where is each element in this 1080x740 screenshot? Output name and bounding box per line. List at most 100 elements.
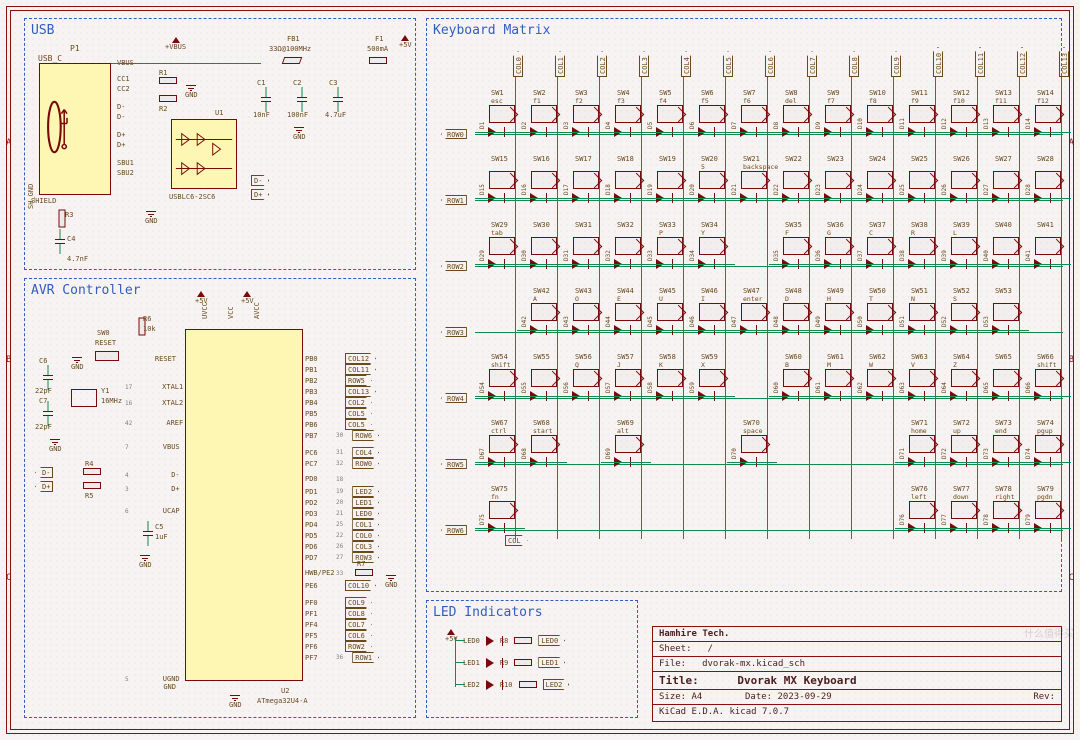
c1 bbox=[261, 93, 271, 107]
sw-keyname: ctrl bbox=[491, 427, 507, 435]
mcu-pin-right: PD425COL1 bbox=[305, 519, 379, 530]
switch-icon bbox=[1035, 105, 1061, 123]
sw-refdes: SW35 bbox=[785, 221, 802, 229]
sw-refdes: SW13 bbox=[995, 89, 1012, 97]
sw-keyname: W bbox=[869, 361, 873, 369]
matrix-row-label: ROW3 bbox=[441, 327, 467, 337]
sw-refdes: SW18 bbox=[617, 155, 634, 163]
switch-icon bbox=[909, 369, 935, 387]
switch-icon bbox=[573, 105, 599, 123]
diode-refdes: D29 bbox=[479, 250, 486, 261]
key-switch-cell: SW27D27 bbox=[989, 155, 1029, 211]
diode-refdes: D44 bbox=[605, 316, 612, 327]
key-switch-cell: SW25D25 bbox=[905, 155, 945, 211]
sw-refdes: SW59 bbox=[701, 353, 718, 361]
diode-refdes: D30 bbox=[521, 250, 528, 261]
key-switch-cell: SW31D31 bbox=[569, 221, 609, 277]
switch-icon bbox=[699, 171, 725, 189]
sw-keyname: esc bbox=[491, 97, 503, 105]
key-switch-cell: SW3f2D3 bbox=[569, 89, 609, 145]
switch-icon bbox=[615, 369, 641, 387]
sw-refdes: SW51 bbox=[911, 287, 928, 295]
sw-keyname: down bbox=[953, 493, 969, 501]
diode-refdes: D2 bbox=[521, 122, 528, 129]
diode-refdes: D66 bbox=[1025, 382, 1032, 393]
sw-refdes: SW41 bbox=[1037, 221, 1054, 229]
diode-refdes: D60 bbox=[773, 382, 780, 393]
key-switch-cell: SW8delD8 bbox=[779, 89, 819, 145]
sw-keyname: f1 bbox=[533, 97, 541, 105]
r2 bbox=[159, 95, 177, 102]
sw-refdes: SW22 bbox=[785, 155, 802, 163]
diode-refdes: D58 bbox=[647, 382, 654, 393]
sw-keyname: D bbox=[785, 295, 789, 303]
key-switch-cell: SW18D18 bbox=[611, 155, 651, 211]
diode-refdes: D59 bbox=[689, 382, 696, 393]
switch-icon bbox=[741, 303, 767, 321]
sw-keyname: f10 bbox=[953, 97, 965, 105]
sw-refdes: SW10 bbox=[869, 89, 886, 97]
sw-refdes: SW77 bbox=[953, 485, 970, 493]
sw-refdes: SW53 bbox=[995, 287, 1012, 295]
frame-ref-A: A bbox=[6, 138, 11, 148]
diode-refdes: D39 bbox=[941, 250, 948, 261]
sw-keyname: enter bbox=[743, 295, 763, 303]
mcu-pin-right: PF1COL8 bbox=[305, 608, 372, 619]
r7 bbox=[355, 569, 373, 576]
switch-icon bbox=[909, 501, 935, 519]
key-switch-cell: SW52SD52 bbox=[947, 287, 987, 343]
sw-keyname: backspace bbox=[743, 163, 778, 171]
diode-refdes: D22 bbox=[773, 184, 780, 195]
sw-refdes: SW58 bbox=[659, 353, 676, 361]
switch-icon bbox=[867, 369, 893, 387]
sw-keyname: E bbox=[617, 295, 621, 303]
switch-icon bbox=[657, 105, 683, 123]
diode-refdes: D53 bbox=[983, 316, 990, 327]
diode-refdes: D48 bbox=[773, 316, 780, 327]
mcu-pin-left: RESET bbox=[125, 355, 176, 363]
section-leds: LED Indicators +5V LED0R8LED0LED1R9LED1L… bbox=[426, 600, 638, 718]
key-switch-cell: SW34YD34 bbox=[695, 221, 735, 277]
key-switch-cell: SW15D15 bbox=[485, 155, 525, 211]
sw-keyname: S bbox=[953, 295, 957, 303]
c5 bbox=[143, 527, 153, 541]
diode-refdes: D26 bbox=[941, 184, 948, 195]
mcu-pin-top: UVCC bbox=[201, 302, 209, 319]
key-switch-cell: SW1escD1 bbox=[485, 89, 525, 145]
switch-icon bbox=[867, 303, 893, 321]
mcu-pin-right: PE6COL10 bbox=[305, 580, 376, 591]
mcu-pin-right: PB5COL5 bbox=[305, 408, 372, 419]
key-switch-cell: SW64ZD64 bbox=[947, 353, 987, 409]
matrix-col-label: COL5 bbox=[723, 51, 733, 77]
mcu-pin-right: PD220LED1 bbox=[305, 497, 379, 508]
switch-icon bbox=[783, 369, 809, 387]
switch-icon bbox=[951, 369, 977, 387]
switch-icon bbox=[657, 369, 683, 387]
sw-keyname: B bbox=[785, 361, 789, 369]
key-switch-cell: SW24D24 bbox=[863, 155, 903, 211]
switch-icon bbox=[615, 237, 641, 255]
sw-keyname: V bbox=[911, 361, 915, 369]
switch-icon bbox=[615, 171, 641, 189]
sw-keyname: U bbox=[659, 295, 663, 303]
diode-refdes: D55 bbox=[521, 382, 528, 393]
matrix-col-label: COL8 bbox=[849, 51, 859, 77]
led-row: LED0R8LED0 bbox=[463, 635, 565, 646]
diode-refdes: D50 bbox=[857, 316, 864, 327]
diode-refdes: D75 bbox=[479, 514, 486, 525]
diode-refdes: D51 bbox=[899, 316, 906, 327]
switch-icon bbox=[909, 303, 935, 321]
sw-keyname: R bbox=[911, 229, 915, 237]
diode-refdes: D45 bbox=[647, 316, 654, 327]
diode-refdes: D74 bbox=[1025, 448, 1032, 459]
diode-refdes: D79 bbox=[1025, 514, 1032, 525]
sw-keyname: f4 bbox=[659, 97, 667, 105]
crystal bbox=[71, 389, 97, 407]
diode-refdes: D23 bbox=[815, 184, 822, 195]
mcu-pin-left: 16XTAL2 bbox=[125, 399, 183, 407]
key-switch-cell: SW48DD48 bbox=[779, 287, 819, 343]
sw-refdes: SW65 bbox=[995, 353, 1012, 361]
switch-icon bbox=[867, 237, 893, 255]
diode-refdes: D76 bbox=[899, 514, 906, 525]
sw-refdes: SW21 bbox=[743, 155, 760, 163]
